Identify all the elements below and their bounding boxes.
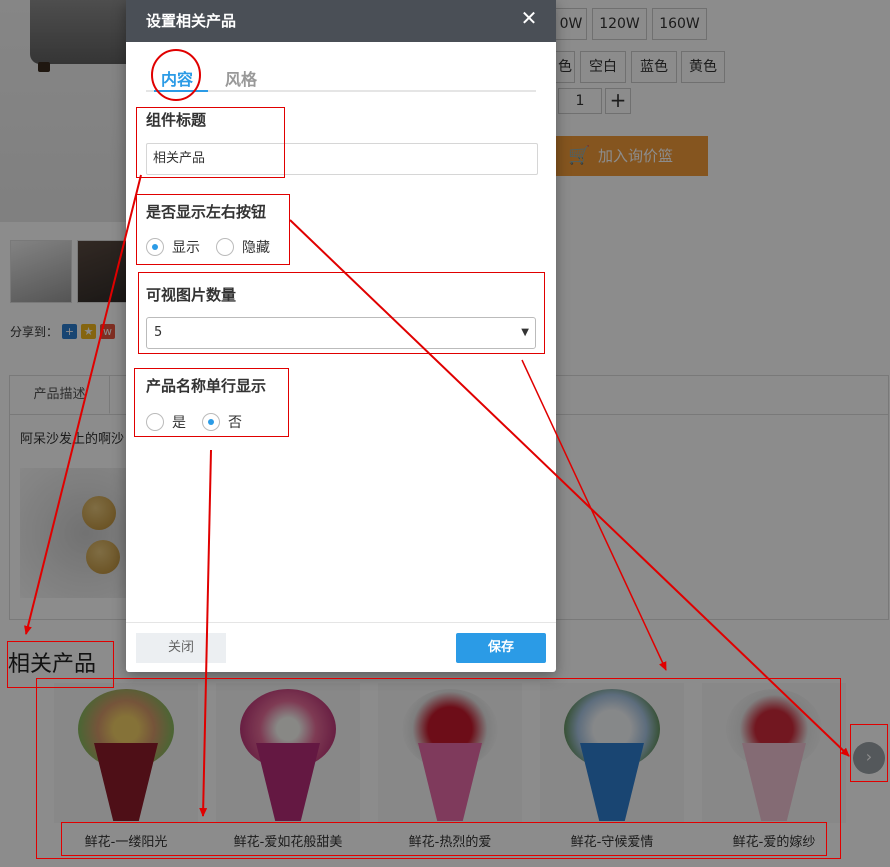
tab-highlight-circle: [151, 49, 201, 101]
annotation-arrows: [24, 49, 850, 817]
arrow-title-to-heading: [24, 174, 142, 635]
arrow-single-line-to-names: [199, 449, 212, 817]
arrow-count-to-carousel: [521, 359, 667, 671]
arrow-nav-to-next: [289, 219, 850, 757]
